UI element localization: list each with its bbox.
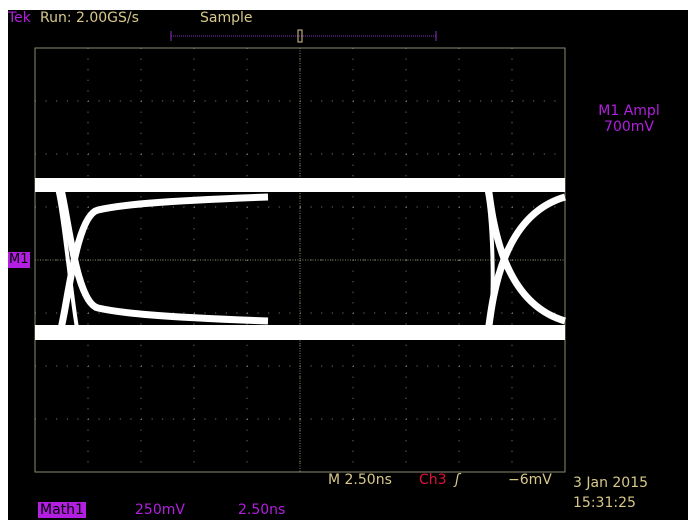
- math1-label[interactable]: Math1: [38, 502, 86, 518]
- trigger-channel: Ch3: [419, 472, 447, 488]
- measurement-label: M1 Ampl: [598, 103, 660, 119]
- rising-edge-icon: ʃ: [455, 472, 460, 488]
- date: 3 Jan 2015: [573, 475, 649, 491]
- oscilloscope-screen: Tek Run: 2.00GS/s Sample M1 Ampl 700mV M…: [8, 10, 688, 520]
- eye-crossing-right-c: [484, 184, 567, 325]
- measurement-readout: M1 Ampl 700mV: [584, 103, 674, 135]
- acquisition-mode: Sample: [200, 10, 253, 26]
- tek-logo: Tek: [8, 10, 31, 26]
- measurement-value: 700mV: [604, 119, 654, 135]
- acquisition-rate: Run: 2.00GS/s: [40, 10, 139, 26]
- math1-timebase: 2.50ns: [238, 502, 286, 518]
- trigger-level: −6mV: [508, 472, 552, 488]
- m1-reference-marker[interactable]: M1: [8, 252, 30, 268]
- time: 15:31:25: [573, 495, 636, 511]
- graticule: [34, 29, 567, 473]
- math1-scale: 250mV: [135, 502, 185, 518]
- tek-brand-text: Tek: [8, 10, 31, 26]
- timebase-readout: M 2.50ns: [328, 472, 392, 488]
- eye-crossing-right-b: [484, 193, 567, 334]
